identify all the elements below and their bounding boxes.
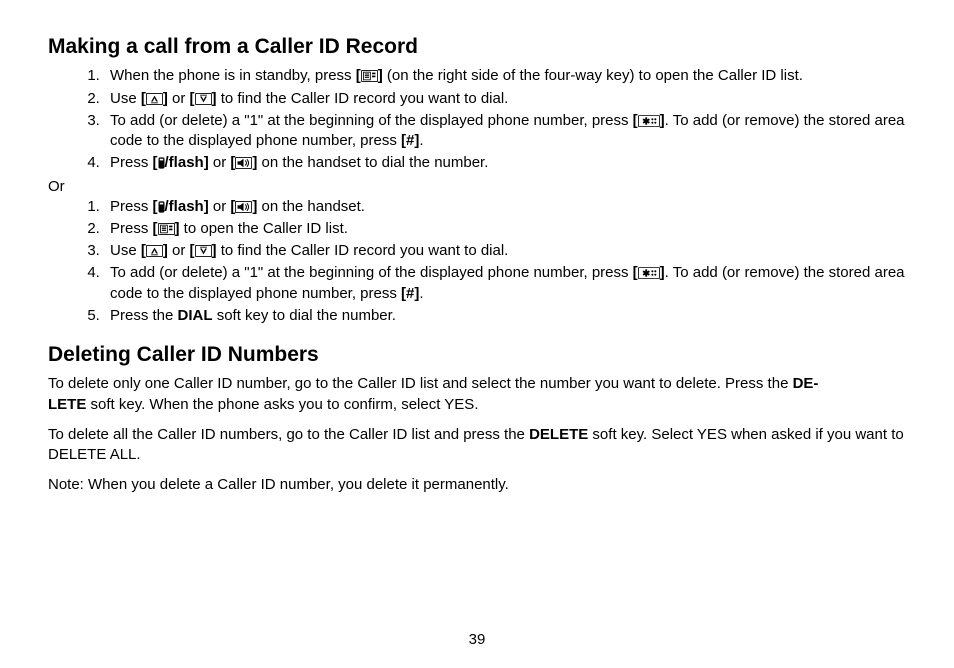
text: . bbox=[419, 132, 423, 149]
star-icon bbox=[638, 267, 660, 279]
text: To add (or delete) a "1" at the beginnin… bbox=[110, 264, 633, 281]
cid-icon bbox=[361, 70, 378, 82]
list-item: Press the DIAL soft key to dial the numb… bbox=[104, 306, 906, 326]
text: or bbox=[168, 242, 190, 259]
list-item: Press [] to open the Caller ID list. bbox=[104, 219, 906, 239]
pound-key: [#] bbox=[401, 132, 419, 149]
list-a: When the phone is in standby, press [] (… bbox=[48, 66, 906, 173]
text: to find the Caller ID record you want to… bbox=[217, 90, 509, 107]
heading-making-call: Making a call from a Caller ID Record bbox=[48, 34, 906, 60]
list-item: When the phone is in standby, press [] (… bbox=[104, 66, 906, 86]
speaker-icon bbox=[235, 201, 252, 213]
text: soft key. When the phone asks you to con… bbox=[86, 396, 478, 413]
text: Press the bbox=[110, 307, 178, 324]
flash-icon bbox=[158, 201, 165, 213]
text: To delete all the Caller ID numbers, go … bbox=[48, 426, 529, 443]
down-icon bbox=[195, 245, 212, 257]
dial-key: DIAL bbox=[178, 307, 213, 324]
text: (on the right side of the four-way key) … bbox=[383, 67, 803, 84]
list-item: Use [] or [] to find the Caller ID recor… bbox=[104, 89, 906, 109]
paragraph: Note: When you delete a Caller ID number… bbox=[48, 475, 906, 495]
list-item: To add (or delete) a "1" at the beginnin… bbox=[104, 263, 906, 304]
flash-icon bbox=[158, 157, 165, 169]
delete-key: DELETE bbox=[529, 426, 588, 443]
list-item: Use [] or [] to find the Caller ID recor… bbox=[104, 241, 906, 261]
text: or bbox=[209, 198, 231, 215]
cid-icon bbox=[158, 223, 175, 235]
list-b: Press [/flash] or [] on the handset. Pre… bbox=[48, 197, 906, 327]
flash-key-label: /flash bbox=[165, 198, 204, 215]
page-number: 39 bbox=[0, 631, 954, 648]
text: To delete only one Caller ID number, go … bbox=[48, 375, 793, 392]
text: Press bbox=[110, 198, 153, 215]
text: . bbox=[419, 285, 423, 302]
up-icon bbox=[146, 93, 163, 105]
text: Use bbox=[110, 90, 141, 107]
text: soft key to dial the number. bbox=[213, 307, 396, 324]
heading-deleting: Deleting Caller ID Numbers bbox=[48, 342, 906, 368]
star-icon bbox=[638, 115, 660, 127]
list-item: Press [/flash] or [] on the handset. bbox=[104, 197, 906, 217]
speaker-icon bbox=[235, 157, 252, 169]
list-item: To add (or delete) a "1" at the beginnin… bbox=[104, 111, 906, 152]
text: to find the Caller ID record you want to… bbox=[217, 242, 509, 259]
up-icon bbox=[146, 245, 163, 257]
paragraph: To delete only one Caller ID number, go … bbox=[48, 374, 906, 415]
text: Press bbox=[110, 154, 153, 171]
text: To add (or delete) a "1" at the beginnin… bbox=[110, 112, 633, 129]
text: on the handset to dial the number. bbox=[257, 154, 488, 171]
text: to open the Caller ID list. bbox=[180, 220, 348, 237]
text: Use bbox=[110, 242, 141, 259]
flash-key-label: /flash bbox=[165, 154, 204, 171]
text: When the phone is in standby, press bbox=[110, 67, 356, 84]
text: Press bbox=[110, 220, 153, 237]
list-item: Press [/flash] or [] on the handset to d… bbox=[104, 153, 906, 173]
text: or bbox=[168, 90, 190, 107]
down-icon bbox=[195, 93, 212, 105]
paragraph: To delete all the Caller ID numbers, go … bbox=[48, 425, 906, 466]
text: on the handset. bbox=[257, 198, 365, 215]
text: or bbox=[209, 154, 231, 171]
pound-key: [#] bbox=[401, 285, 419, 302]
or-separator: Or bbox=[48, 178, 906, 195]
